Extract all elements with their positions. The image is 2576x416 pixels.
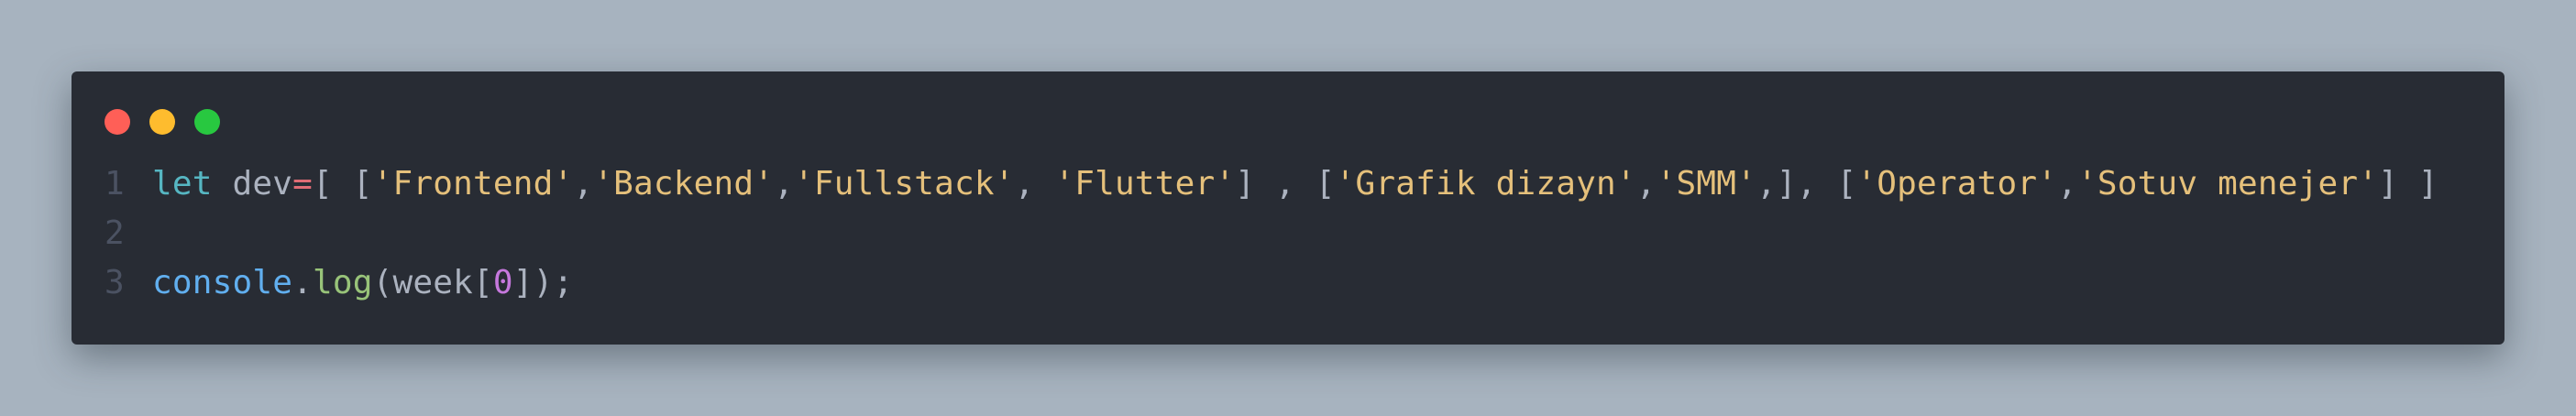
code-token: ] ]: [2378, 165, 2438, 203]
code-token: [ [: [313, 165, 373, 203]
code-token: 'SMM': [1656, 165, 1756, 203]
code-token: 'Operator': [1856, 165, 2058, 203]
code-token: 'Backend': [593, 165, 775, 203]
code-token: log: [313, 264, 373, 301]
code-token: 0: [492, 264, 513, 301]
page-background: { "window": { "controls": [ {"name": "cl…: [0, 0, 2576, 416]
code-token: 'Flutter': [1054, 165, 1236, 203]
code-line: 3 console.log(week[0]);: [72, 258, 2504, 308]
code-token: ,: [1635, 165, 1657, 203]
code-token: ]);: [512, 264, 574, 301]
code-window: 1 let dev=[ ['Frontend','Backend','Fullst…: [72, 71, 2504, 345]
line-number: 3: [105, 264, 125, 301]
code-token: ,: [573, 165, 594, 203]
code-token: ,], [: [1756, 165, 1857, 203]
window-controls: [105, 109, 220, 135]
line-content: let dev=[ ['Frontend','Backend','Fullsta…: [152, 159, 2438, 209]
code-token: ,: [2057, 165, 2077, 203]
code-line: 2: [72, 209, 2504, 258]
code-token: ,: [774, 165, 794, 203]
code-token: 'Fullstack': [794, 165, 1015, 203]
code-token: .: [292, 264, 313, 301]
line-number: 2: [105, 214, 125, 252]
code-token: ,: [1014, 165, 1055, 203]
line-content: console.log(week[0]);: [152, 258, 573, 308]
code-editor[interactable]: 1 let dev=[ ['Frontend','Backend','Fullst…: [72, 159, 2504, 308]
code-token: let: [152, 165, 213, 203]
minimize-button-dot[interactable]: [149, 109, 175, 135]
code-line: 1 let dev=[ ['Frontend','Backend','Fullst…: [72, 159, 2504, 209]
code-token: ] , [: [1235, 165, 1336, 203]
maximize-button-dot[interactable]: [194, 109, 220, 135]
code-token: (week[: [372, 264, 493, 301]
code-token: 'Frontend': [372, 165, 574, 203]
line-number: 1: [105, 165, 125, 203]
code-token: 'Sotuv menejer': [2076, 165, 2379, 203]
code-token: 'Grafik dizayn': [1335, 165, 1636, 203]
code-token: dev: [212, 165, 293, 203]
close-button-dot[interactable]: [105, 109, 130, 135]
code-token: console: [152, 264, 293, 301]
code-token: =: [292, 165, 313, 203]
